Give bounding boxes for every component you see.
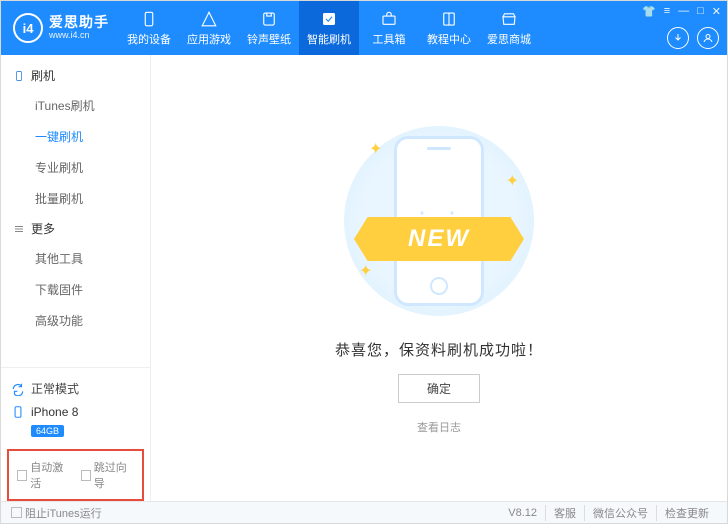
tab-flash[interactable]: 智能刷机 [299, 1, 359, 55]
toolbox-icon [380, 10, 398, 28]
sidebar-item-batch-flash[interactable]: 批量刷机 [1, 183, 150, 214]
music-icon [260, 10, 278, 28]
checkbox-icon [17, 470, 27, 481]
block-itunes-checkbox[interactable]: 阻止iTunes运行 [11, 505, 102, 521]
footer-link-update[interactable]: 检查更新 [656, 505, 717, 521]
storage-badge: 64GB [31, 425, 64, 437]
tab-label: 我的设备 [127, 31, 171, 47]
tab-label: 铃声壁纸 [247, 31, 291, 47]
tab-tutorials[interactable]: 教程中心 [419, 1, 479, 55]
sidebar-item-pro-flash[interactable]: 专业刷机 [1, 152, 150, 183]
tab-label: 应用游戏 [187, 31, 231, 47]
sidebar-group-more: 更多 [1, 214, 150, 243]
sidebar-item-download-firmware[interactable]: 下载固件 [1, 274, 150, 305]
tab-my-device[interactable]: 我的设备 [119, 1, 179, 55]
tab-label: 教程中心 [427, 31, 471, 47]
mode-label: 正常模式 [31, 380, 79, 397]
brand-url: www.i4.cn [49, 31, 109, 41]
phone-icon [13, 70, 25, 82]
group-title: 刷机 [31, 67, 55, 84]
group-title: 更多 [31, 220, 55, 237]
window-controls: 👕 ≡ — □ ✕ [642, 5, 721, 18]
status-bar: 阻止iTunes运行 V8.12 客服 微信公众号 检查更新 [1, 501, 727, 523]
user-button[interactable] [697, 27, 719, 49]
tab-ringtones[interactable]: 铃声壁纸 [239, 1, 299, 55]
book-icon [440, 10, 458, 28]
menu-icon[interactable]: ≡ [664, 5, 670, 18]
download-button[interactable] [667, 27, 689, 49]
apps-icon [200, 10, 218, 28]
tab-shop[interactable]: 爱思商城 [479, 1, 539, 55]
sidebar: 刷机 iTunes刷机 一键刷机 专业刷机 批量刷机 更多 其他工具 下载固件 … [1, 55, 151, 501]
checkbox-label: 阻止iTunes运行 [25, 505, 102, 521]
brand-name: 爱思助手 [49, 15, 109, 30]
checkbox-icon [81, 470, 91, 481]
checkbox-label: 自动激活 [30, 459, 70, 491]
minimize-icon[interactable]: — [678, 5, 689, 18]
flash-icon [320, 10, 338, 28]
flash-options-row: 自动激活 跳过向导 [7, 449, 144, 501]
main-content: ✦ ✦ ✦ ⋮⋮ NEW 恭喜您，保资料刷机成功啦！ 确定 查看日志 [151, 55, 727, 501]
tab-toolbox[interactable]: 工具箱 [359, 1, 419, 55]
logo-icon: i4 [13, 13, 43, 43]
shop-icon [500, 10, 518, 28]
phone-small-icon [11, 405, 25, 419]
checkbox-icon [11, 507, 22, 518]
close-icon[interactable]: ✕ [712, 5, 721, 18]
device-mode[interactable]: 正常模式 [11, 376, 140, 401]
success-message: 恭喜您，保资料刷机成功啦！ [335, 339, 543, 360]
sparkle-icon: ✦ [359, 261, 372, 281]
confirm-button[interactable]: 确定 [398, 374, 480, 403]
header-right-actions [667, 27, 719, 49]
tab-label: 工具箱 [373, 31, 406, 47]
sparkle-icon: ✦ [369, 139, 382, 159]
auto-activate-checkbox[interactable]: 自动激活 [17, 459, 71, 491]
sidebar-item-other-tools[interactable]: 其他工具 [1, 243, 150, 274]
checkbox-label: 跳过向导 [94, 459, 134, 491]
version-label: V8.12 [500, 507, 545, 519]
refresh-icon [11, 382, 25, 396]
sidebar-item-advanced[interactable]: 高级功能 [1, 305, 150, 336]
maximize-icon[interactable]: □ [697, 5, 704, 18]
brand-logo: i4 爱思助手 www.i4.cn [1, 13, 119, 43]
skip-guide-checkbox[interactable]: 跳过向导 [81, 459, 135, 491]
device-info[interactable]: iPhone 8 [11, 401, 140, 423]
tab-apps[interactable]: 应用游戏 [179, 1, 239, 55]
tab-label: 智能刷机 [307, 31, 351, 47]
sidebar-device-panel: 正常模式 iPhone 8 64GB [1, 367, 150, 445]
sidebar-item-itunes-flash[interactable]: iTunes刷机 [1, 90, 150, 121]
skin-icon[interactable]: 👕 [642, 5, 656, 18]
header-tabs: 我的设备 应用游戏 铃声壁纸 智能刷机 工具箱 教程中心 爱思商城 [119, 1, 539, 55]
footer-link-wechat[interactable]: 微信公众号 [584, 505, 656, 521]
tab-label: 爱思商城 [487, 31, 531, 47]
device-icon [140, 10, 158, 28]
list-icon [13, 223, 25, 235]
sidebar-item-oneclick-flash[interactable]: 一键刷机 [1, 121, 150, 152]
sparkle-icon: ✦ [506, 171, 519, 191]
view-log-link[interactable]: 查看日志 [417, 419, 461, 435]
device-name: iPhone 8 [31, 405, 78, 419]
footer-link-support[interactable]: 客服 [545, 505, 584, 521]
sidebar-group-flash: 刷机 [1, 61, 150, 90]
success-illustration: ✦ ✦ ✦ ⋮⋮ NEW [329, 121, 549, 321]
new-ribbon: NEW [354, 217, 524, 261]
app-header: i4 爱思助手 www.i4.cn 我的设备 应用游戏 铃声壁纸 智能刷机 工具… [1, 1, 727, 55]
